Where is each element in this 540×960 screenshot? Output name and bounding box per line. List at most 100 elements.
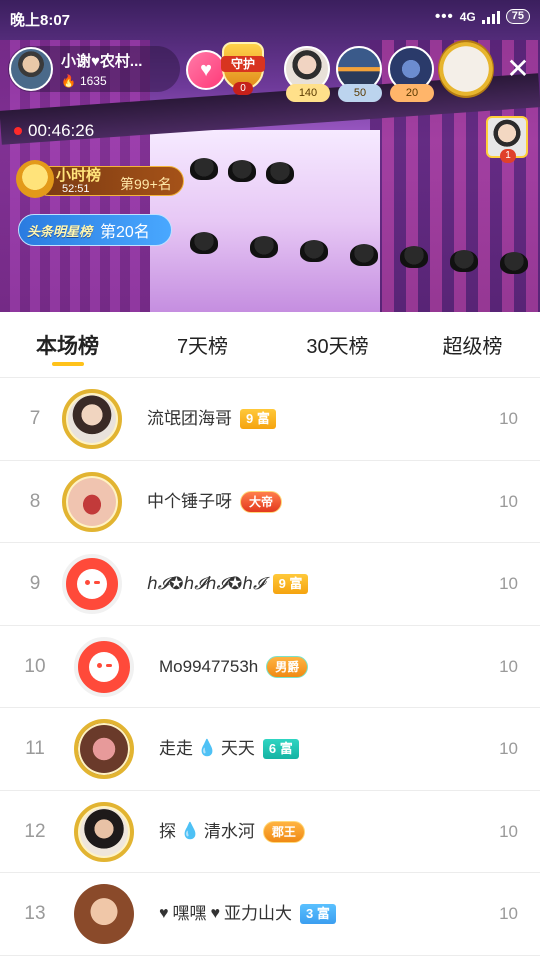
signal-icon xyxy=(481,10,500,24)
battery-icon: 75 xyxy=(505,9,530,24)
user-name: 流氓团海哥 xyxy=(147,409,232,428)
default-avatar-icon[interactable] xyxy=(74,636,134,697)
user-avatar[interactable] xyxy=(62,471,122,532)
user-name: ℎ𝓘✪ℎ𝓘ℎ𝓘✪ℎ𝓘 xyxy=(147,574,265,593)
user-name-group: 流氓团海哥 9 富 xyxy=(147,378,276,460)
heart-icon: ♥ xyxy=(159,905,169,922)
viewer-avatar-1[interactable]: 140 xyxy=(284,46,332,102)
user-name-group: 走走 💧 天天 6 富 xyxy=(159,708,299,790)
viewer-badge: 20 xyxy=(390,84,434,102)
wealth-level-badge: 9 富 xyxy=(240,409,276,429)
status-time: 晚上8:07 xyxy=(10,12,71,29)
user-name: 中个锤子呀 xyxy=(147,491,232,511)
star-rank-place: 第20名 xyxy=(100,224,150,241)
wealth-level-badge: 6 富 xyxy=(262,739,299,759)
user-avatar[interactable] xyxy=(74,801,134,862)
heart-icon: ♥ xyxy=(210,905,221,922)
star-rank-title: 头条明星榜 xyxy=(27,223,93,239)
host-avatar[interactable] xyxy=(9,47,53,91)
hourly-rank-countdown: 52:51 xyxy=(62,183,90,195)
tab-this-show[interactable]: 本场榜 xyxy=(0,312,135,377)
tab-7-days[interactable]: 7天榜 xyxy=(135,312,270,377)
tab-super[interactable]: 超级榜 xyxy=(405,312,540,377)
fire-icon: 🔥 xyxy=(61,74,76,88)
contribution-score: 10 xyxy=(499,821,518,841)
guard-label: 守护 xyxy=(221,56,265,72)
rank-number: 11 xyxy=(25,738,45,759)
user-name-part: 亚力山大 xyxy=(224,904,292,923)
contribution-score: 10 xyxy=(499,409,518,428)
viewer-badge: 50 xyxy=(338,84,382,102)
contribution-score: 10 xyxy=(499,904,518,923)
user-name-part: 探 xyxy=(159,821,176,841)
stage-lamp xyxy=(190,232,218,254)
tab-30-days[interactable]: 30天榜 xyxy=(270,312,405,377)
default-avatar-icon[interactable] xyxy=(62,554,122,614)
stage-lamp xyxy=(250,236,278,258)
trophy-icon xyxy=(16,160,54,198)
ranking-tabs: 本场榜 7天榜 30天榜 超级榜 xyxy=(0,312,540,378)
user-avatar[interactable] xyxy=(74,719,134,779)
ranking-row[interactable]: 11 走走 💧 天天 6 富 10 xyxy=(0,708,540,791)
stage-lamp xyxy=(190,158,218,180)
rank-number: 8 xyxy=(29,490,41,512)
rank-number: 7 xyxy=(29,408,41,429)
live-duration: 00:46:26 xyxy=(28,121,95,140)
heart-icon: ♥ xyxy=(200,58,212,81)
live-timer: 00:46:26 xyxy=(14,121,94,141)
ranking-row[interactable]: 8 中个锤子呀 大帝 10 xyxy=(0,461,540,543)
ranking-row[interactable]: 7 流氓团海哥 9 富 10 xyxy=(0,378,540,461)
contribution-score: 10 xyxy=(499,739,518,758)
viewer-avatar-3[interactable]: 20 xyxy=(388,46,436,102)
rank-number: 9 xyxy=(29,573,41,594)
user-name: Mo9947753h xyxy=(159,656,259,676)
contribution-score: 10 xyxy=(499,656,518,676)
user-avatar[interactable] xyxy=(74,884,134,944)
user-name-group: ℎ𝓘✪ℎ𝓘ℎ𝓘✪ℎ𝓘 9 富 xyxy=(147,543,309,625)
wealth-level-badge: 9 富 xyxy=(272,574,309,594)
rank-number: 12 xyxy=(24,820,46,842)
hourly-rank-badge[interactable]: 小时榜 52:51 第99+名 xyxy=(16,160,184,200)
network-type: 4G xyxy=(459,9,476,24)
stage-lamp xyxy=(400,246,428,268)
user-avatar[interactable] xyxy=(62,389,122,449)
viewer-avatar-2[interactable]: 50 xyxy=(336,46,384,102)
ranking-row[interactable]: 10 Mo9947753h 男爵 10 xyxy=(0,626,540,708)
crowned-viewer-avatar[interactable] xyxy=(438,40,494,98)
water-drop-icon: 💧 xyxy=(180,822,200,840)
ranking-row[interactable]: 9 ℎ𝓘✪ℎ𝓘ℎ𝓘✪ℎ𝓘 9 富 10 xyxy=(0,543,540,626)
stage-lamp xyxy=(266,162,294,184)
rank-number: 13 xyxy=(24,903,46,924)
wealth-level-badge: 3 富 xyxy=(300,904,336,924)
guard-count: 0 xyxy=(233,82,253,95)
user-name-group: ♥ 嘿嘿 ♥ 亚力山大 3 富 xyxy=(159,873,336,955)
pk-viewer-avatar[interactable]: 1 xyxy=(486,116,530,166)
water-drop-icon: 💧 xyxy=(197,740,217,757)
top-viewers: 140 50 20 xyxy=(284,46,436,102)
contribution-score: 10 xyxy=(499,491,518,511)
ranking-row[interactable]: 13 ♥ 嘿嘿 ♥ 亚力山大 3 富 10 xyxy=(0,873,540,956)
status-bar: 晚上8:07 ••• 4G 75 xyxy=(0,0,540,36)
ranking-row[interactable]: 12 探 💧 清水河 郡王 10 xyxy=(0,791,540,873)
user-name-group: 探 💧 清水河 郡王 xyxy=(159,791,305,873)
host-info[interactable]: 小谢♥农村... 🔥 1635 xyxy=(8,46,180,92)
notification-dots: ••• xyxy=(434,8,454,25)
stage-lamp xyxy=(228,160,256,182)
host-fans-count: 1635 xyxy=(79,74,107,88)
hourly-rank-title: 小时榜 xyxy=(56,167,102,184)
guard-badge[interactable]: 守护 0 xyxy=(216,42,270,98)
noble-title-badge: 男爵 xyxy=(266,655,309,678)
user-name-group: Mo9947753h 男爵 xyxy=(159,626,309,708)
viewer-badge: 140 xyxy=(286,84,330,102)
hourly-rank-place: 第99+名 xyxy=(120,176,172,192)
recording-dot-icon xyxy=(14,127,22,135)
stage-backdrop xyxy=(150,130,380,312)
user-name-group: 中个锤子呀 大帝 xyxy=(147,461,283,543)
stage-lamp xyxy=(300,240,328,262)
contribution-score: 10 xyxy=(499,574,518,593)
user-name-part: 天天 xyxy=(220,739,255,758)
star-rank-badge[interactable]: 头条明星榜 第20名 xyxy=(18,214,172,246)
noble-title-badge: 郡王 xyxy=(262,820,305,843)
rank-number: 10 xyxy=(24,655,46,677)
close-icon[interactable]: ✕ xyxy=(504,55,532,83)
